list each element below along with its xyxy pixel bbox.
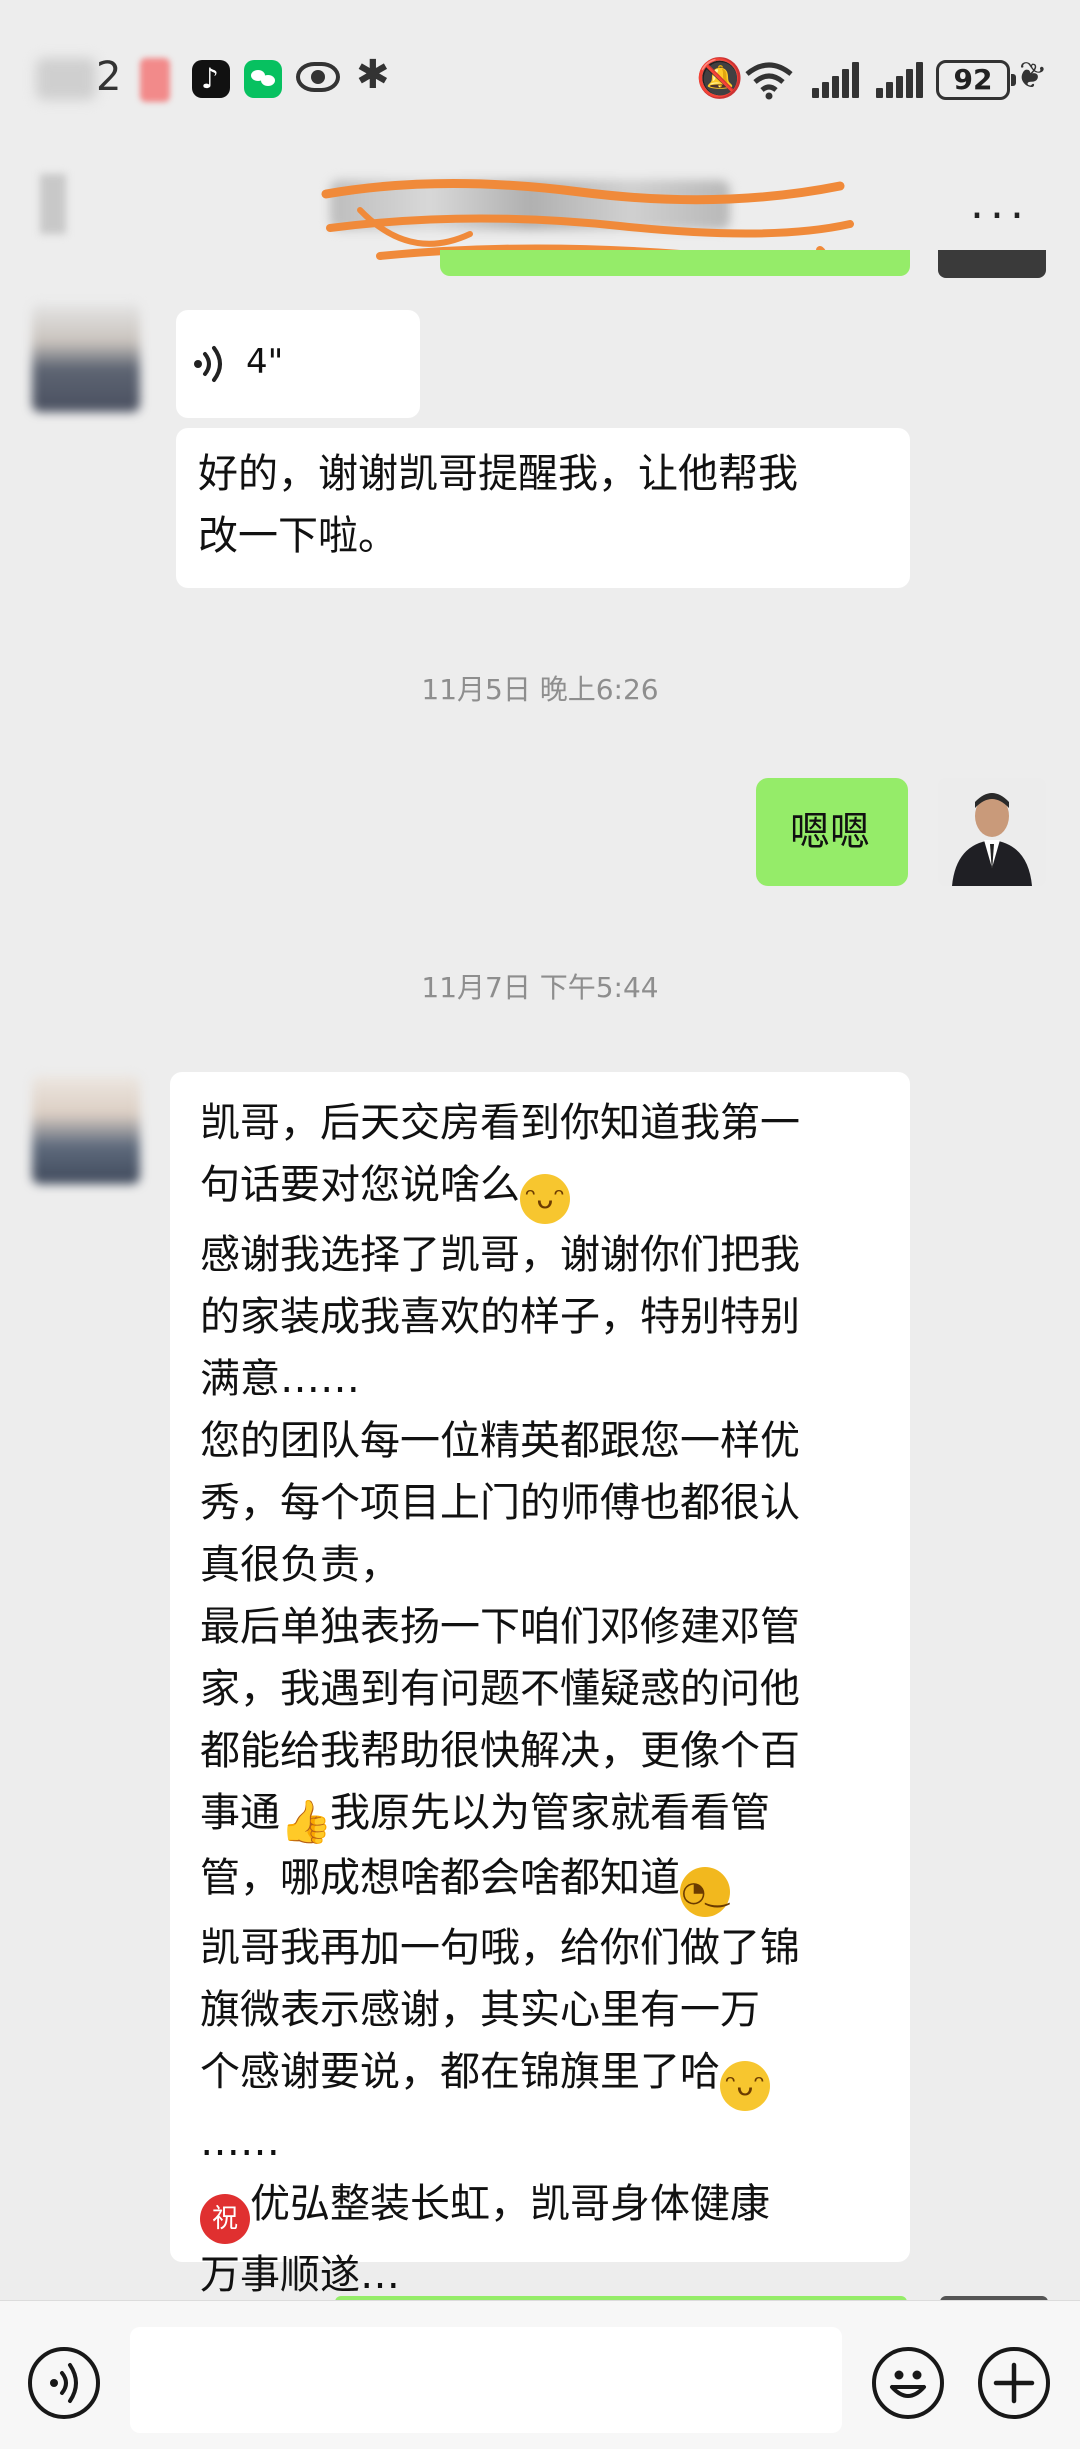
thinking-face-icon: ◔‿ bbox=[680, 1867, 730, 1917]
wechat-icon bbox=[244, 60, 282, 98]
status-time: 2 bbox=[96, 54, 122, 100]
message-bubble[interactable]: 好的，谢谢凯哥提醒我，让他帮我 改一下啦。 bbox=[176, 428, 910, 588]
zhu-blessing-icon: 祝 bbox=[200, 2194, 250, 2244]
voice-duration: 4" bbox=[246, 342, 284, 382]
self-message-text: 嗯嗯 bbox=[790, 809, 870, 855]
input-bar bbox=[0, 2300, 1080, 2449]
voice-input-button[interactable] bbox=[28, 2347, 100, 2419]
wifi-icon bbox=[745, 62, 793, 100]
signal-icon-1 bbox=[812, 62, 860, 98]
previous-message-bubble[interactable] bbox=[440, 250, 910, 276]
thumbs-up-icon: 👍 bbox=[280, 1797, 333, 1846]
grinning-face-icon: ᵔᴗᵔ bbox=[720, 2061, 770, 2111]
eye-icon bbox=[296, 62, 340, 92]
person-avatar-icon bbox=[938, 778, 1046, 886]
grinning-face-icon: ᵔᴗᵔ bbox=[520, 1174, 570, 1224]
voice-wave-icon bbox=[194, 346, 222, 382]
previous-avatar[interactable] bbox=[938, 250, 1046, 278]
blurred-time bbox=[36, 58, 96, 100]
signal-icon-2 bbox=[876, 62, 924, 98]
voice-message-bubble[interactable]: 4" bbox=[176, 310, 420, 418]
self-message-bubble[interactable]: 嗯嗯 bbox=[756, 778, 908, 886]
status-bar: 2 ✱ 🔕 92 ❦ bbox=[0, 0, 1080, 150]
emoji-button[interactable] bbox=[872, 2347, 944, 2419]
self-avatar[interactable] bbox=[938, 778, 1046, 886]
mute-bell-icon: 🔕 bbox=[696, 56, 744, 100]
smiley-face-icon bbox=[890, 2370, 926, 2398]
long-message-bubble[interactable]: 凯哥，后天交房看到你知道我第一 句话要对您说啥么 ᵔᴗᵔ 感谢我选择了凯哥，谢谢你… bbox=[170, 1072, 910, 2298]
notification-icon bbox=[140, 58, 170, 102]
back-button[interactable] bbox=[40, 174, 66, 234]
more-options-button[interactable]: ... bbox=[970, 178, 1030, 229]
contact-avatar[interactable] bbox=[32, 304, 140, 412]
message-input[interactable] bbox=[130, 2327, 842, 2433]
timestamp: 11月5日 晚上6:26 bbox=[421, 673, 659, 706]
chat-area: 4" 好的，谢谢凯哥提醒我，让他帮我 改一下啦。 11月5日 晚上6:26 嗯嗯… bbox=[0, 250, 1080, 2300]
voice-wave-icon bbox=[50, 2363, 78, 2403]
message-text: 好的，谢谢凯哥提醒我，让他帮我 改一下啦。 bbox=[198, 451, 798, 559]
contact-avatar[interactable] bbox=[32, 1076, 140, 1184]
battery-icon: 92 bbox=[936, 60, 1016, 100]
tiktok-icon bbox=[192, 60, 230, 98]
plus-button[interactable] bbox=[978, 2347, 1050, 2419]
long-message-text: 凯哥，后天交房看到你知道我第一 句话要对您说啥么 ᵔᴗᵔ 感谢我选择了凯哥，谢谢你… bbox=[200, 1100, 800, 2298]
leaf-icon: ❦ bbox=[1010, 52, 1051, 100]
timestamp: 11月7日 下午5:44 bbox=[421, 971, 659, 1004]
plus-icon bbox=[993, 2362, 1035, 2404]
bluetooth-icon: ✱ bbox=[356, 52, 390, 98]
